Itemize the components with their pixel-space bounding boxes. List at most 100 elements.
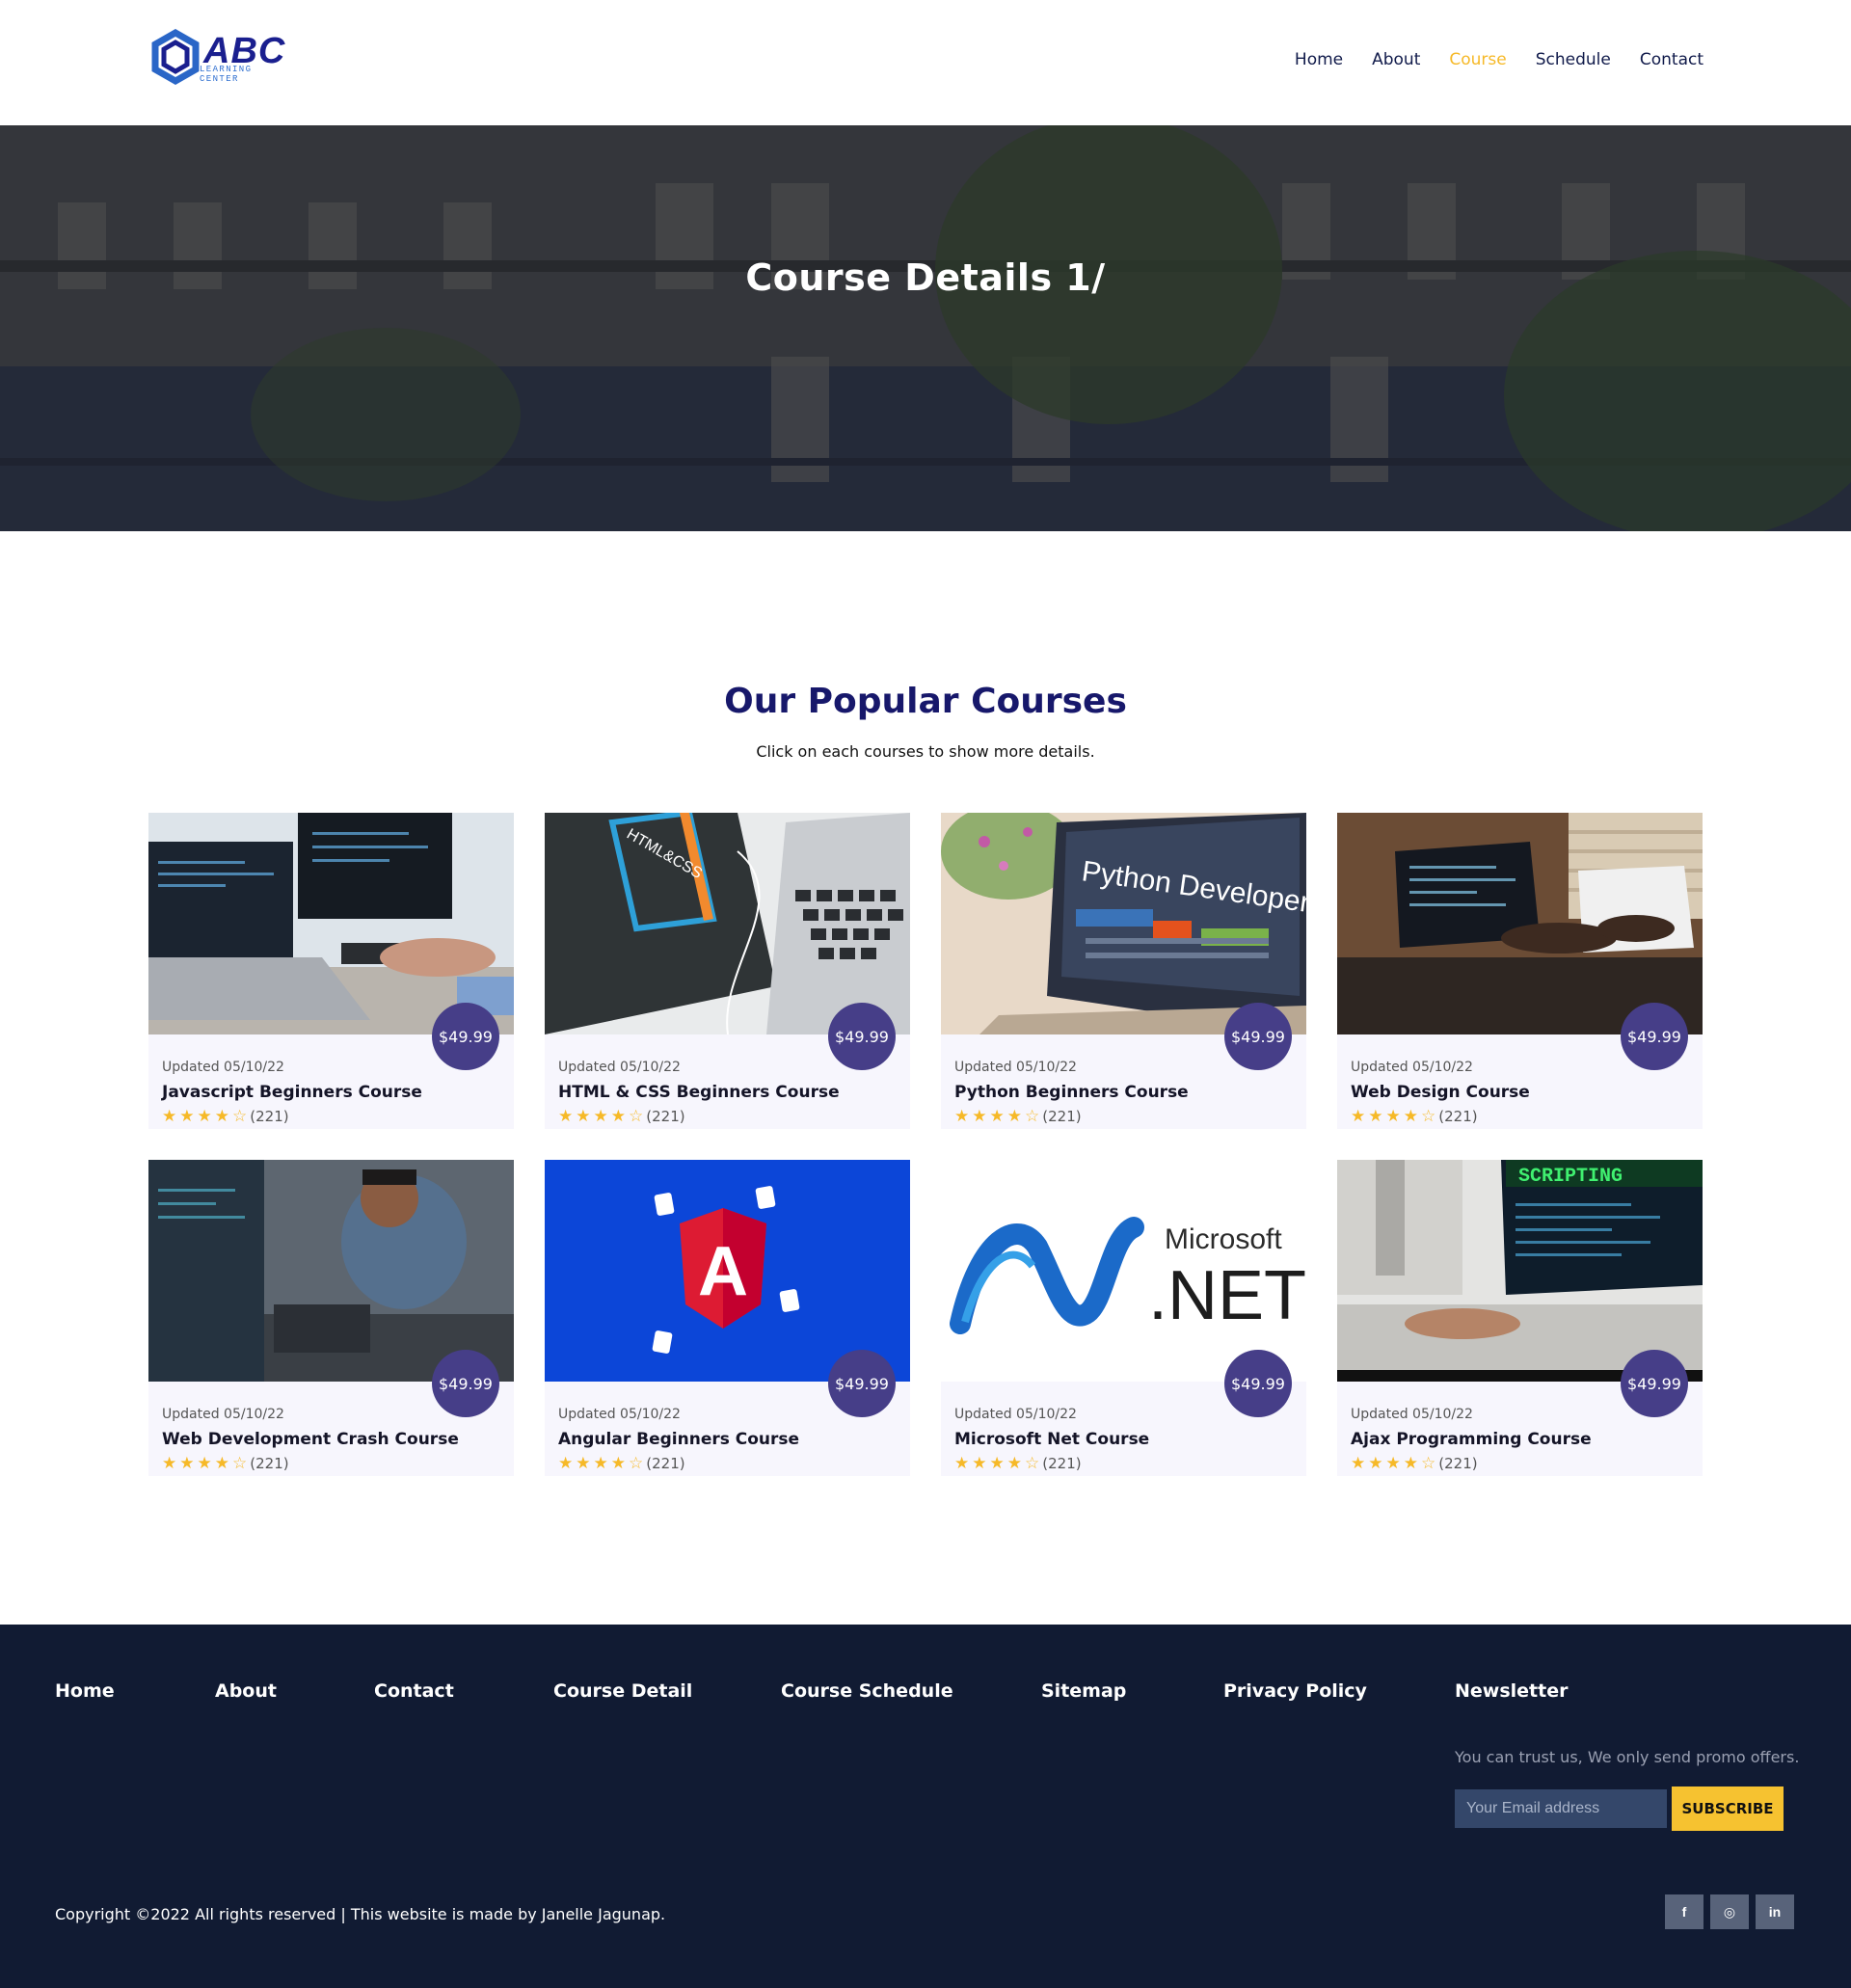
- star-icon: ★: [162, 1106, 177, 1126]
- rating-count: (221): [1438, 1455, 1478, 1472]
- star-icon: ★: [558, 1106, 574, 1126]
- updated-date: Updated 05/10/22: [1351, 1060, 1473, 1075]
- rating: ★ ★ ★ ★ ☆ (221): [558, 1108, 685, 1125]
- linkedin-icon[interactable]: in: [1756, 1894, 1794, 1929]
- star-icon: ★: [954, 1453, 970, 1473]
- rating-count: (221): [646, 1455, 685, 1472]
- star-icon: ★: [1351, 1453, 1366, 1473]
- facebook-icon[interactable]: f: [1665, 1894, 1703, 1929]
- star-icon: ★: [1403, 1453, 1418, 1473]
- star-outline-icon: ☆: [629, 1453, 644, 1473]
- course-image: [148, 813, 514, 1034]
- star-icon: ★: [989, 1453, 1005, 1473]
- price-badge: $49.99: [432, 1003, 499, 1070]
- course-name[interactable]: Angular Beginners Course: [558, 1430, 799, 1449]
- star-icon: ★: [197, 1453, 212, 1473]
- updated-date: Updated 05/10/22: [558, 1407, 681, 1422]
- star-icon: ★: [610, 1106, 626, 1126]
- email-field[interactable]: [1455, 1789, 1667, 1828]
- course-name[interactable]: Ajax Programming Course: [1351, 1430, 1592, 1449]
- star-icon: ★: [214, 1106, 229, 1126]
- course-card[interactable]: SCRIPTING $49.99 Updated 05/10/22 Ajax P…: [1337, 1160, 1703, 1476]
- price-badge: $49.99: [828, 1003, 896, 1070]
- footer-link-about[interactable]: About: [215, 1680, 277, 1702]
- rating-count: (221): [1042, 1455, 1082, 1472]
- rating: ★ ★ ★ ★ ☆ (221): [1351, 1108, 1478, 1125]
- footer-link-contact[interactable]: Contact: [374, 1680, 454, 1702]
- course-card[interactable]: $49.99 Updated 05/10/22 Web Development …: [148, 1160, 514, 1476]
- course-card[interactable]: HTML&CSS $49.99 Updated 05/10/22 HTML & …: [545, 813, 910, 1129]
- rating-count: (221): [1042, 1108, 1082, 1125]
- star-icon: ★: [989, 1106, 1005, 1126]
- star-icon: ★: [610, 1453, 626, 1473]
- course-card[interactable]: Python Developer $49.99 Updated 05/10/22…: [941, 813, 1306, 1129]
- rating: ★ ★ ★ ★ ☆ (221): [954, 1108, 1082, 1125]
- footer-link-privacy-policy[interactable]: Privacy Policy: [1223, 1680, 1367, 1702]
- footer-link-course-schedule[interactable]: Course Schedule: [781, 1680, 953, 1702]
- star-icon: ★: [1351, 1106, 1366, 1126]
- course-name[interactable]: Javascript Beginners Course: [162, 1083, 422, 1102]
- course-card[interactable]: $49.99 Updated 05/10/22 Web Design Cours…: [1337, 813, 1703, 1129]
- instagram-icon[interactable]: ◎: [1710, 1894, 1749, 1929]
- course-name[interactable]: Web Development Crash Course: [162, 1430, 459, 1449]
- nav-contact[interactable]: Contact: [1640, 50, 1703, 69]
- star-icon: ★: [179, 1106, 195, 1126]
- course-image: A: [545, 1160, 910, 1382]
- course-image: Microsoft .NET: [941, 1160, 1306, 1382]
- star-icon: ★: [593, 1453, 608, 1473]
- course-name[interactable]: Microsoft Net Course: [954, 1430, 1149, 1449]
- star-icon: ★: [1368, 1106, 1383, 1126]
- star-outline-icon: ☆: [1025, 1106, 1040, 1126]
- brand-logo[interactable]: ABC LEARNING CENTER: [149, 28, 294, 89]
- newsletter-title: Newsletter: [1455, 1680, 1569, 1702]
- footer-link-home[interactable]: Home: [55, 1680, 115, 1702]
- main-nav: Home About Course Schedule Contact: [1295, 50, 1703, 69]
- rating: ★ ★ ★ ★ ☆ (221): [162, 1108, 289, 1125]
- star-outline-icon: ☆: [1421, 1453, 1436, 1473]
- star-icon: ★: [576, 1453, 591, 1473]
- hero-banner: Course Details 1/: [0, 125, 1851, 531]
- site-footer: Home About Contact Course Detail Course …: [0, 1625, 1851, 1988]
- price-badge: $49.99: [1621, 1350, 1688, 1417]
- nav-schedule[interactable]: Schedule: [1536, 50, 1611, 69]
- star-icon: ★: [593, 1106, 608, 1126]
- course-card[interactable]: $49.99 Updated 05/10/22 Javascript Begin…: [148, 813, 514, 1129]
- price-badge: $49.99: [828, 1350, 896, 1417]
- star-icon: ★: [1368, 1453, 1383, 1473]
- course-name[interactable]: Web Design Course: [1351, 1083, 1530, 1102]
- star-icon: ★: [954, 1106, 970, 1126]
- nav-course[interactable]: Course: [1449, 50, 1506, 69]
- rating-count: (221): [646, 1108, 685, 1125]
- logo-hexagon-icon: [151, 28, 200, 86]
- social-links: f ◎ in: [1665, 1894, 1794, 1929]
- course-name[interactable]: HTML & CSS Beginners Course: [558, 1083, 840, 1102]
- subscribe-button[interactable]: SUBSCRIBE: [1672, 1787, 1784, 1831]
- price-badge: $49.99: [1224, 1003, 1292, 1070]
- svg-text:.NET: .NET: [1148, 1257, 1306, 1334]
- star-outline-icon: ☆: [232, 1453, 248, 1473]
- price-badge: $49.99: [432, 1350, 499, 1417]
- updated-date: Updated 05/10/22: [1351, 1407, 1473, 1422]
- star-icon: ★: [214, 1453, 229, 1473]
- course-card[interactable]: Microsoft .NET $49.99 Updated 05/10/22 M…: [941, 1160, 1306, 1476]
- rating: ★ ★ ★ ★ ☆ (221): [162, 1455, 289, 1472]
- rating: ★ ★ ★ ★ ☆ (221): [558, 1455, 685, 1472]
- footer-link-sitemap[interactable]: Sitemap: [1041, 1680, 1126, 1702]
- page-title: Course Details 1/: [745, 256, 1106, 299]
- nav-home[interactable]: Home: [1295, 50, 1343, 69]
- star-icon: ★: [1006, 1106, 1022, 1126]
- course-card[interactable]: A $49.99 Updated 05/10/22 Angular Beginn…: [545, 1160, 910, 1476]
- star-outline-icon: ☆: [232, 1106, 248, 1126]
- course-image: Python Developer: [941, 813, 1306, 1034]
- section-title: Our Popular Courses: [724, 682, 1127, 721]
- rating-count: (221): [250, 1455, 289, 1472]
- section-subtitle: Click on each courses to show more detai…: [756, 742, 1095, 761]
- svg-text:SCRIPTING: SCRIPTING: [1518, 1166, 1623, 1188]
- nav-about[interactable]: About: [1372, 50, 1420, 69]
- course-name[interactable]: Python Beginners Course: [954, 1083, 1189, 1102]
- star-outline-icon: ☆: [1421, 1106, 1436, 1126]
- star-icon: ★: [558, 1453, 574, 1473]
- rating-count: (221): [1438, 1108, 1478, 1125]
- star-icon: ★: [972, 1106, 987, 1126]
- footer-link-course-detail[interactable]: Course Detail: [553, 1680, 692, 1702]
